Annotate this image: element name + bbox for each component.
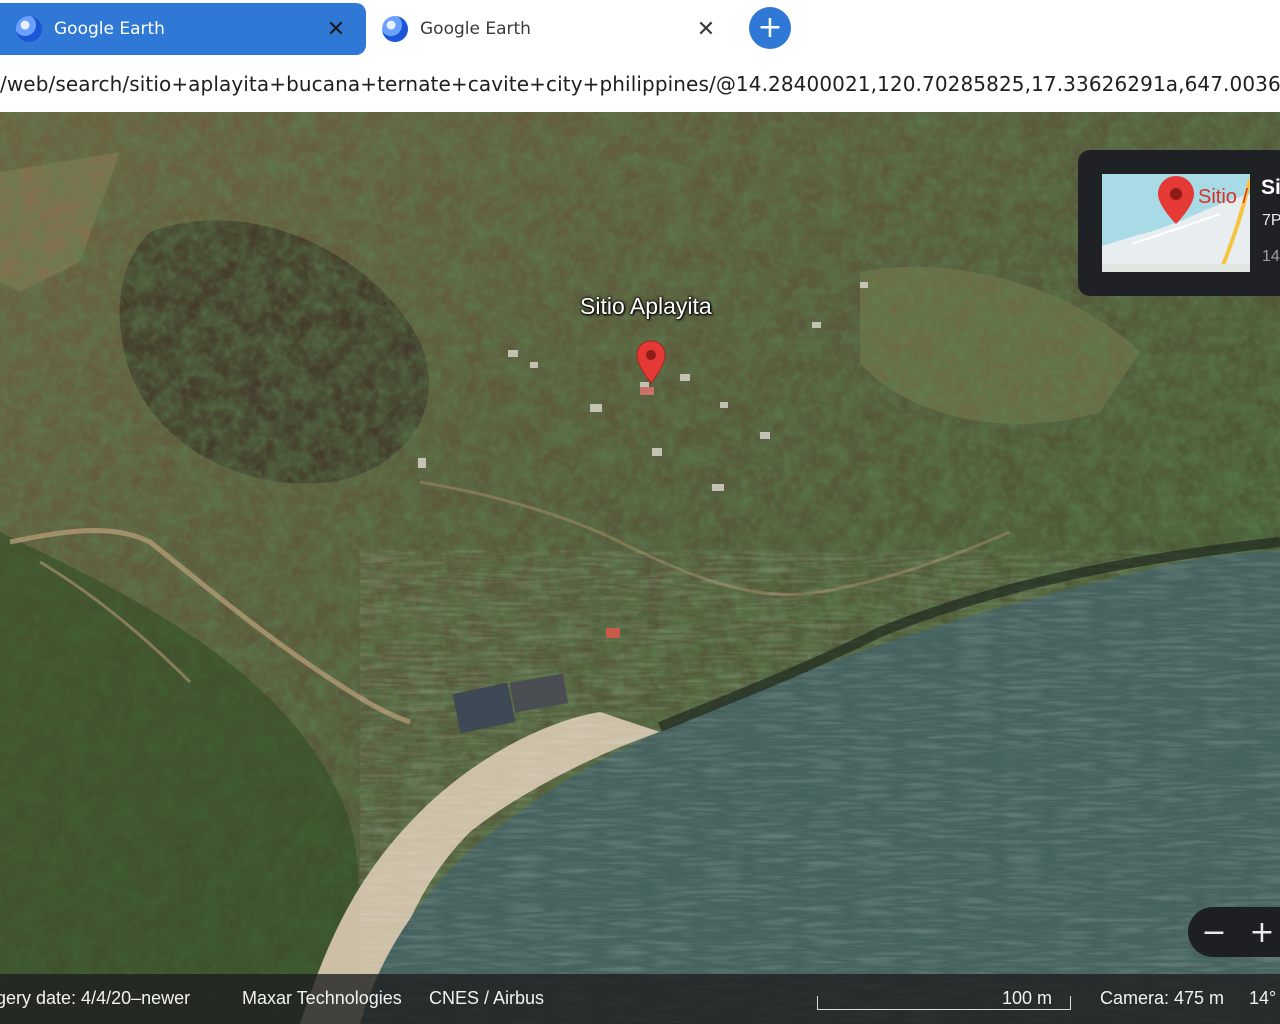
url-text[interactable]: /web/search/sitio+aplayita+bucana+ternat… [0, 72, 1280, 96]
zoom-controls: − + [1188, 907, 1280, 957]
tab-title: Google Earth [54, 19, 165, 39]
card-title: Si [1261, 176, 1280, 199]
plus-code: 7P [1262, 212, 1280, 229]
zoom-out-button[interactable]: − [1190, 907, 1238, 957]
tab-google-earth[interactable]: Google Earth ✕ [366, 3, 736, 55]
map-viewport[interactable]: Sitio Aplayita Sitio / Si 7P 14 − + [0, 112, 1280, 1024]
tab-google-earth-active[interactable]: Google Earth ✕ [0, 3, 366, 55]
imagery-credit[interactable]: CNES / Airbus [429, 988, 544, 1009]
imagery-date: gery date: 4/4/20–newer [0, 988, 191, 1008]
browser-tab-strip: Google Earth ✕ Google Earth ✕ + [0, 0, 1280, 62]
camera-tilt: 14° [1249, 988, 1277, 1008]
new-tab-button[interactable]: + [749, 7, 791, 49]
google-earth-icon [16, 16, 42, 42]
google-earth-icon [382, 16, 408, 42]
thumbnail-label: Sitio / [1198, 186, 1249, 208]
address-bar[interactable]: /web/search/sitio+aplayita+bucana+ternat… [0, 62, 1280, 113]
scale-label[interactable]: 100 m [1002, 988, 1052, 1009]
coordinates: 14 [1262, 248, 1280, 265]
close-icon[interactable]: ✕ [692, 15, 720, 43]
status-bar: gery date: 4/4/20–newer Maxar Technologi… [0, 974, 1280, 1024]
plus-icon: + [1249, 914, 1275, 950]
map-thumbnail[interactable]: Sitio / [1102, 174, 1250, 272]
plus-icon: + [757, 10, 783, 45]
place-label[interactable]: Sitio Aplayita [580, 293, 712, 320]
close-icon[interactable]: ✕ [322, 15, 350, 43]
tab-title: Google Earth [420, 19, 531, 39]
place-info-card[interactable]: Sitio / Si 7P 14 [1078, 150, 1280, 296]
camera-altitude: Camera: 475 m [1100, 988, 1225, 1008]
imagery-credit[interactable]: Maxar Technologies [242, 988, 402, 1009]
zoom-in-button[interactable]: + [1238, 907, 1280, 957]
location-pin-icon[interactable] [636, 340, 666, 384]
minus-icon: − [1201, 914, 1227, 950]
